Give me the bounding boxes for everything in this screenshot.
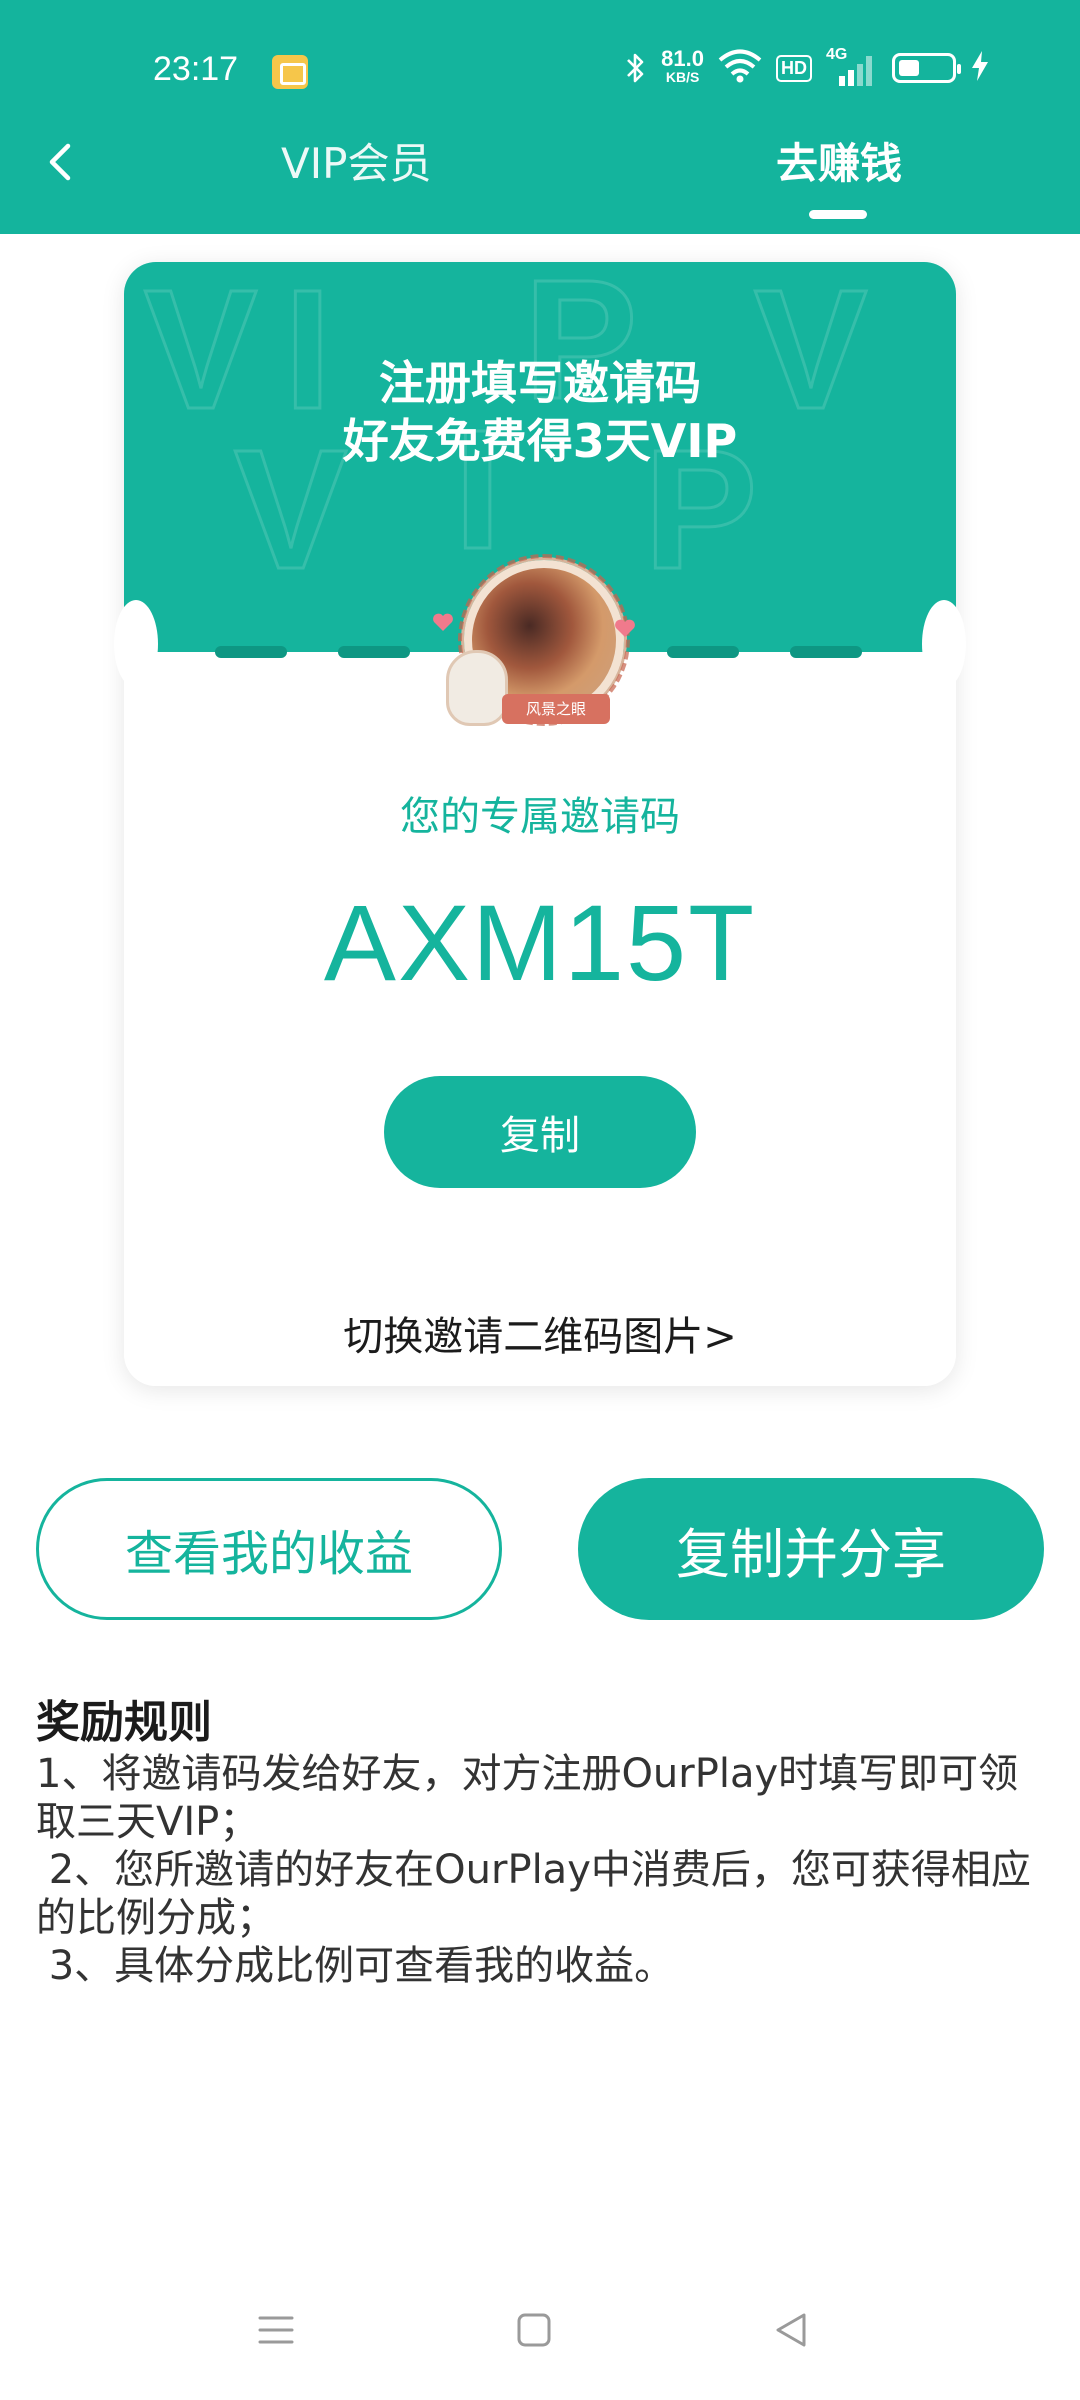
copy-and-share-button[interactable]: 复制并分享 (578, 1478, 1044, 1620)
rule-item: 2、您所邀请的好友在OurPlay中消费后，您可获得相应的比例分成； (36, 1847, 1031, 1941)
rule-item: 3、具体分成比例可查看我的收益。 (36, 1943, 675, 1989)
triangle-back-icon[interactable] (770, 2308, 814, 2352)
invite-card-body (124, 652, 956, 1386)
status-bar: 23:17 81.0 KB/S HD 4G (0, 0, 1080, 140)
tab-vip-member[interactable]: VIP会员 (281, 130, 431, 191)
battery-icon (892, 53, 961, 83)
network-speed-unit: KB/S (665, 69, 700, 85)
headline-line2: 好友免费得3天VIP (342, 414, 738, 468)
ticket-notch-left (114, 600, 158, 688)
view-earnings-button[interactable]: 查看我的收益 (36, 1478, 502, 1620)
invite-code: AXM15T (323, 882, 757, 1003)
network-speed: 81.0 KB/S (661, 46, 704, 86)
cellular-signal-icon: 4G (826, 46, 872, 86)
ticket-notch-right (922, 600, 966, 688)
rules-list: 1、将邀请码发给好友，对方注册OurPlay时填写即可领取三天VIP； 2、您所… (36, 1750, 1046, 1990)
status-time: 23:17 (153, 50, 239, 88)
bluetooth-icon (623, 50, 647, 86)
rules-title: 奖励规则 (36, 1697, 212, 1748)
tab-active-indicator (809, 210, 867, 219)
status-icons: 81.0 KB/S HD 4G (623, 46, 990, 90)
avatar-character-icon (446, 650, 508, 726)
home-icon[interactable] (512, 2308, 556, 2352)
notification-book-icon (272, 55, 308, 89)
rule-item: 1、将邀请码发给好友，对方注册OurPlay时填写即可领取三天VIP； (36, 1751, 1019, 1845)
ticket-dash (667, 646, 739, 658)
copy-button[interactable]: 复制 (384, 1076, 696, 1188)
hd-badge: HD (776, 54, 812, 82)
heart-icon (432, 612, 454, 632)
ticket-dash (215, 646, 287, 658)
avatar-badge: 风景之眼 (502, 694, 610, 724)
invite-code-label: 您的专属邀请码 (400, 794, 680, 840)
header-nav: VIP会员 去赚钱 (0, 120, 1080, 234)
system-nav-bar (0, 2300, 1080, 2400)
invite-headline: 注册填写邀请码 好友免费得3天VIP (124, 354, 956, 470)
network-speed-value: 81.0 (661, 46, 704, 71)
wifi-icon (718, 49, 762, 87)
switch-qr-link[interactable]: 切换邀请二维码图片> (124, 1304, 956, 1362)
heart-icon (614, 618, 636, 638)
chevron-left-icon[interactable] (40, 140, 84, 184)
headline-line1: 注册填写邀请码 (379, 356, 701, 410)
charging-bolt-icon (970, 50, 990, 86)
menu-icon[interactable] (254, 2308, 298, 2352)
tab-earn-money[interactable]: 去赚钱 (776, 130, 902, 191)
ticket-dash (790, 646, 862, 658)
ticket-dash (338, 646, 410, 658)
